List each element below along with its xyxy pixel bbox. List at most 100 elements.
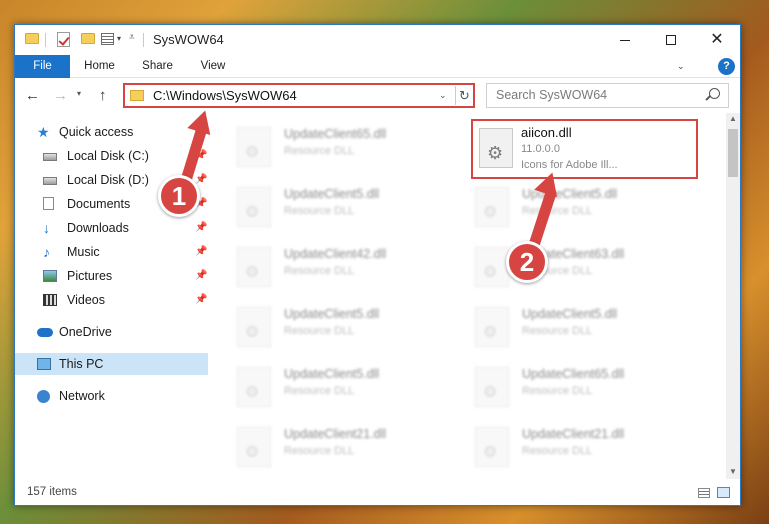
tab-file[interactable]: File (15, 55, 70, 78)
scroll-down-icon[interactable]: ▼ (729, 467, 737, 476)
item-count: 157 items (27, 486, 77, 498)
large-icons-view-icon[interactable] (717, 487, 730, 498)
up-arrow-icon[interactable]: ↑ (99, 87, 107, 104)
dll-file-icon (475, 187, 509, 227)
sidebar-item-quick-access[interactable]: ★ Quick access (15, 121, 208, 143)
details-view-icon[interactable] (698, 488, 710, 498)
file-item[interactable]: UpdateClient65.dll Resource DLL (232, 119, 462, 173)
title-bar: ▾ ⩡ SysWOW64 ✕ (15, 25, 740, 55)
file-item[interactable]: UpdateClient5.dll Resource DLL (232, 359, 462, 413)
dll-file-icon (475, 307, 509, 347)
file-type: Resource DLL (284, 205, 355, 217)
maximize-button[interactable] (648, 25, 694, 55)
sidebar-item-label: Network (59, 389, 105, 403)
pin-icon[interactable]: 📌 (195, 265, 207, 287)
tab-share[interactable]: Share (135, 55, 180, 78)
vertical-scrollbar[interactable]: ▲ ▼ (726, 113, 740, 479)
dll-file-icon (237, 427, 271, 467)
file-item[interactable]: UpdateClient21.dll Resource DLL (470, 419, 700, 473)
tab-view[interactable]: View (192, 55, 234, 78)
annotation-badge-2: 2 (506, 241, 548, 283)
address-path[interactable]: C:\Windows\SysWOW64 (153, 88, 297, 103)
highlighted-file-aiicon[interactable]: aiicon.dll 11.0.0.0 Icons for Adobe Ill.… (471, 119, 698, 179)
sidebar-item-pictures[interactable]: Pictures 📌 (15, 265, 208, 287)
minimize-button[interactable] (602, 25, 648, 55)
network-icon (37, 390, 50, 403)
folder-icon[interactable] (25, 33, 39, 44)
dll-file-icon (237, 127, 271, 167)
sidebar-item-this-pc[interactable]: This PC (15, 353, 208, 375)
forward-arrow-icon[interactable]: → (53, 87, 68, 104)
chevron-down-icon[interactable]: ▾ (117, 34, 121, 43)
file-item[interactable]: UpdateClient5.dll Resource DLL (232, 299, 462, 353)
address-bar[interactable]: C:\Windows\SysWOW64 ⌄ ↻ (123, 83, 475, 108)
folder-icon (130, 90, 144, 101)
close-icon: ✕ (710, 31, 724, 48)
onedrive-icon (37, 328, 53, 337)
file-item[interactable]: UpdateClient5.dll Resource DLL (470, 179, 700, 233)
sidebar-item-label: Downloads (67, 221, 129, 235)
file-item[interactable]: UpdateClient63.dll Resource DLL (470, 239, 700, 293)
customize-quick-access-icon[interactable]: ⩡ (129, 32, 135, 43)
close-button[interactable]: ✕ (694, 25, 740, 55)
dll-file-icon (475, 247, 509, 287)
drive-icon (43, 153, 57, 161)
properties-check-icon[interactable] (57, 32, 70, 47)
file-type: Resource DLL (522, 445, 593, 457)
new-folder-icon[interactable] (81, 33, 95, 44)
dll-file-icon (237, 367, 271, 407)
file-name: UpdateClient65.dll (522, 367, 625, 381)
file-name: UpdateClient21.dll (284, 427, 387, 441)
search-input[interactable]: Search SysWOW64 (486, 83, 729, 108)
file-item[interactable]: UpdateClient65.dll Resource DLL (470, 359, 700, 413)
file-type: Resource DLL (522, 385, 593, 397)
file-type: Resource DLL (522, 325, 593, 337)
sidebar-item-label: Pictures (67, 269, 113, 283)
file-version: 11.0.0.0 (521, 143, 560, 155)
scroll-thumb[interactable] (728, 129, 738, 177)
help-icon[interactable]: ? (718, 58, 735, 75)
address-history-icon[interactable]: ⌄ (439, 90, 447, 101)
tab-home[interactable]: Home (77, 55, 122, 78)
pin-icon[interactable]: 📌 (195, 289, 207, 311)
file-type: Resource DLL (522, 205, 593, 217)
this-pc-icon (37, 358, 51, 370)
sidebar-item-music[interactable]: ♪ Music 📌 (15, 241, 208, 263)
divider (45, 33, 46, 47)
pin-icon[interactable]: 📌 (195, 241, 207, 263)
file-type: Resource DLL (284, 445, 355, 457)
search-icon[interactable] (709, 88, 720, 99)
pin-icon[interactable]: 📌 (195, 217, 207, 239)
sidebar-item-local-disk-c[interactable]: Local Disk (C:) 📌 (15, 145, 208, 167)
file-item[interactable]: UpdateClient5.dll Resource DLL (232, 179, 462, 233)
expand-ribbon-icon[interactable]: ⌄ (677, 61, 685, 72)
dll-file-icon (479, 128, 513, 168)
sidebar-item-label: Music (67, 245, 100, 259)
drive-icon (43, 177, 57, 185)
divider (143, 33, 144, 47)
file-name: UpdateClient21.dll (522, 427, 625, 441)
sidebar-item-label: This PC (59, 357, 104, 371)
sidebar-item-videos[interactable]: Videos 📌 (15, 289, 208, 311)
file-name: UpdateClient5.dll (284, 307, 380, 321)
star-icon: ★ (37, 124, 50, 140)
file-item[interactable]: UpdateClient5.dll Resource DLL (470, 299, 700, 353)
sidebar-item-network[interactable]: Network (15, 385, 208, 407)
annotation-badge-1: 1 (158, 175, 200, 217)
back-arrow-icon[interactable]: ← (25, 87, 40, 104)
file-item[interactable]: UpdateClient21.dll Resource DLL (232, 419, 462, 473)
sidebar-item-onedrive[interactable]: OneDrive (15, 321, 208, 343)
explorer-window: ▾ ⩡ SysWOW64 ✕ File Home Share View ⌄ ? … (14, 24, 741, 506)
dll-file-icon (237, 247, 271, 287)
file-list: UpdateClient65.dll Resource DLL UpdateCl… (224, 113, 726, 479)
recent-locations-icon[interactable]: ▾ (77, 89, 81, 98)
file-item[interactable]: UpdateClient42.dll Resource DLL (232, 239, 462, 293)
downloads-icon: ↓ (43, 220, 50, 236)
sidebar-item-downloads[interactable]: ↓ Downloads 📌 (15, 217, 208, 239)
status-bar: 157 items (15, 481, 740, 505)
address-row: ← → ▾ ↑ C:\Windows\SysWOW64 ⌄ ↻ Search S… (15, 79, 740, 112)
scroll-up-icon[interactable]: ▲ (729, 114, 737, 123)
file-name: UpdateClient5.dll (522, 307, 618, 321)
properties-icon[interactable] (101, 33, 114, 45)
refresh-icon[interactable]: ↻ (455, 86, 473, 105)
